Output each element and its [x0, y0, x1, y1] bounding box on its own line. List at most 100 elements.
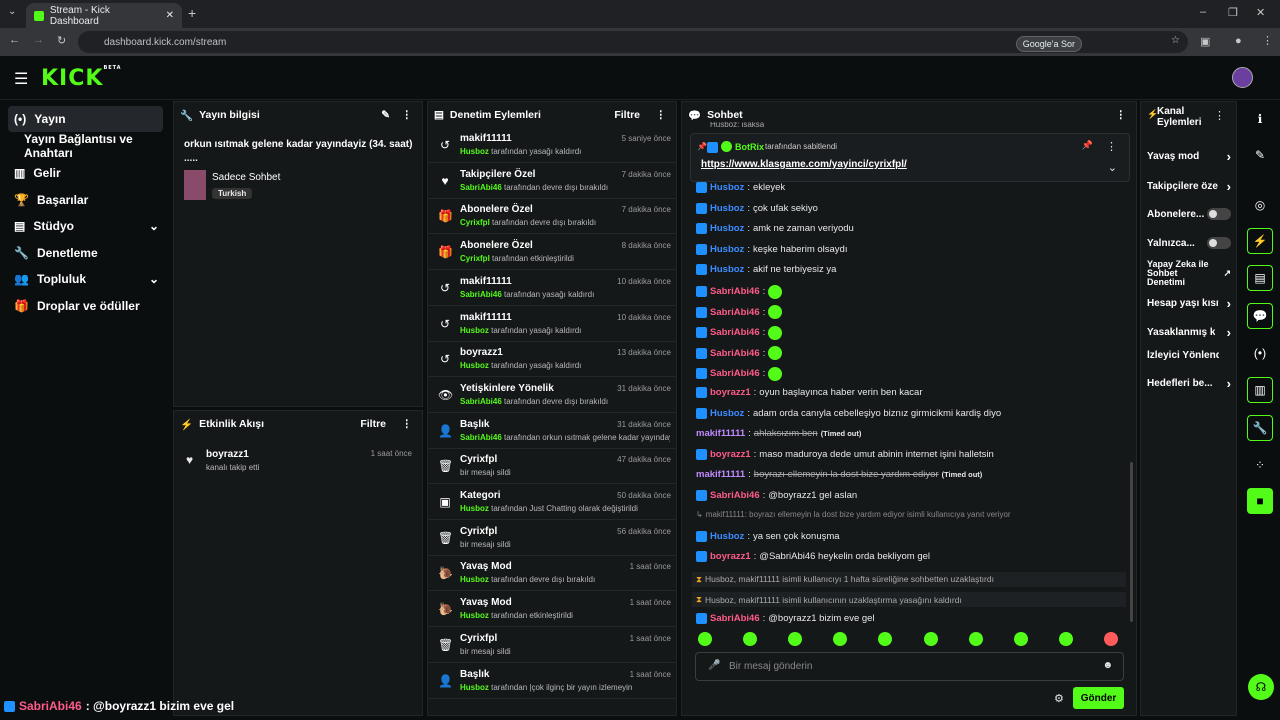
emoji-icon[interactable]: ☻: [1102, 660, 1113, 671]
mod-badge-icon: [696, 347, 707, 359]
chat-username[interactable]: SabriAbi46: [710, 490, 760, 501]
emote-icon[interactable]: [833, 632, 848, 646]
broadcast-icon[interactable]: (•): [1247, 340, 1273, 366]
channel-action-item[interactable]: Abonelere...: [1147, 208, 1231, 220]
info-icon[interactable]: ℹ: [1247, 106, 1273, 132]
support-button[interactable]: ☊: [1248, 674, 1274, 700]
target-icon[interactable]: ◎: [1247, 192, 1273, 218]
emote-icon[interactable]: [788, 632, 803, 646]
sidebar-item-basarilar[interactable]: 🏆 Başarılar: [8, 187, 163, 213]
emote-icon[interactable]: [923, 632, 938, 646]
channel-action-label: Yapay Zeka ile Sohbet Denetimi: [1147, 259, 1209, 287]
channel-action-item[interactable]: İzleyici Yönlendir: [1147, 350, 1231, 361]
channel-action-item[interactable]: Yalnızca...: [1147, 237, 1231, 249]
chat-username[interactable]: Husboz: [710, 203, 744, 214]
filter-button[interactable]: Filtre: [614, 109, 640, 121]
channel-action-item[interactable]: Hesap yaşı kısıt ›: [1147, 296, 1231, 311]
chat-username[interactable]: makif11111: [696, 428, 745, 439]
sidebar-item-droplar[interactable]: 🎁 Droplar ve ödüller: [8, 293, 163, 319]
kick-logo[interactable]: KICKBETA: [41, 65, 122, 91]
channel-action-item[interactable]: Hedefleri be... ›: [1147, 376, 1231, 391]
channel-action-item[interactable]: Takipçilere öze ›: [1147, 179, 1231, 194]
sidebar-item-stream-key[interactable]: Yayın Bağlantısı ve Anahtarı: [18, 132, 178, 160]
chat-username[interactable]: boyrazz1: [710, 551, 751, 562]
chat-username[interactable]: SabriAbi46: [710, 286, 760, 297]
sidebar-item-yayin[interactable]: (•) Yayın: [8, 106, 163, 132]
pinned-link[interactable]: https://www.klasgame.com/yayinci/cyrixfp…: [701, 159, 907, 170]
extensions-icon[interactable]: ▣: [1200, 35, 1210, 48]
chat-username[interactable]: Husboz: [710, 182, 744, 193]
menu-icon[interactable]: ⋮: [1262, 34, 1273, 47]
emote-icon[interactable]: [698, 632, 712, 646]
hamburger-menu-icon[interactable]: ☰: [14, 69, 28, 89]
reload-icon[interactable]: ↻: [57, 34, 66, 47]
filter-button[interactable]: Filtre: [360, 418, 386, 430]
tab-list-icon[interactable]: ⌄: [8, 6, 16, 17]
forward-icon[interactable]: →: [33, 34, 44, 46]
sidebar-item-denetleme[interactable]: 🔧 Denetleme: [8, 240, 163, 266]
new-tab-icon[interactable]: +: [188, 5, 196, 21]
chat-username[interactable]: SabriAbi46: [710, 348, 760, 359]
app-icon[interactable]: ■: [1247, 488, 1273, 514]
close-tab-icon[interactable]: ✕: [166, 10, 174, 21]
chat-username[interactable]: boyrazz1: [710, 387, 751, 398]
chat-scrollbar[interactable]: [1130, 462, 1133, 622]
sidebar-item-topluluk[interactable]: 👥 Topluluk ⌄: [8, 266, 163, 292]
user-avatar[interactable]: [1232, 67, 1253, 88]
sidebar-item-gelir[interactable]: ▥ Gelir: [8, 160, 163, 186]
restore-icon[interactable]: ❐: [1228, 6, 1238, 19]
dots-icon[interactable]: ⁘: [1247, 452, 1273, 478]
document-icon[interactable]: ▤: [1247, 265, 1273, 291]
back-icon[interactable]: ←: [9, 34, 20, 46]
chat-username[interactable]: Husboz: [710, 408, 744, 419]
toggle-switch[interactable]: [1207, 237, 1231, 249]
edit-icon[interactable]: ✎: [1247, 142, 1273, 168]
chat-username[interactable]: SabriAbi46: [710, 613, 760, 624]
chevron-down-icon[interactable]: ⌄: [1108, 161, 1117, 174]
chat-username[interactable]: Husboz: [710, 244, 744, 255]
more-icon[interactable]: ⋮: [1116, 109, 1127, 121]
send-button[interactable]: Gönder: [1073, 687, 1124, 709]
channel-action-item[interactable]: Yavaş mod ›: [1147, 149, 1231, 164]
emote-icon[interactable]: [878, 632, 893, 646]
bolt-icon[interactable]: ⚡: [1247, 228, 1273, 254]
chat-username[interactable]: SabriAbi46: [710, 327, 760, 338]
more-icon[interactable]: ⋮: [1106, 140, 1117, 153]
chat-icon[interactable]: 💬: [1247, 303, 1273, 329]
unpin-icon[interactable]: 📌: [1082, 140, 1093, 151]
more-icon[interactable]: ⋮: [402, 418, 413, 430]
more-icon[interactable]: ⋮: [656, 109, 667, 121]
emote-icon[interactable]: [1058, 632, 1073, 646]
chat-username[interactable]: boyrazz1: [710, 449, 751, 460]
chat-username[interactable]: Husboz: [710, 531, 744, 542]
chat-username[interactable]: SabriAbi46: [710, 368, 760, 379]
emote-icon[interactable]: [968, 632, 983, 646]
toggle-switch[interactable]: [1207, 208, 1231, 220]
emote-icon[interactable]: [743, 632, 758, 646]
emote-icon[interactable]: [1103, 632, 1118, 646]
bookmark-star-icon[interactable]: ☆: [1171, 35, 1180, 46]
emote-icon[interactable]: [1013, 632, 1028, 646]
chat-input[interactable]: 🎤 Bir mesaj gönderin ☻: [695, 652, 1124, 681]
channel-action-item[interactable]: Yasaklanmış k ›: [1147, 325, 1231, 340]
settings-gear-icon[interactable]: ⚙: [1054, 692, 1064, 705]
more-icon[interactable]: ⋮: [402, 109, 413, 121]
chat-username[interactable]: SabriAbi46: [710, 307, 760, 318]
profile-icon[interactable]: ●: [1235, 35, 1242, 47]
edit-icon[interactable]: ✎: [381, 109, 390, 121]
google-ask-button[interactable]: Google'a Sor: [1015, 36, 1082, 52]
browser-tab[interactable]: Stream - Kick Dashboard ✕: [26, 3, 182, 28]
mic-icon[interactable]: 🎤: [708, 660, 720, 671]
chat-username[interactable]: Husboz: [710, 264, 744, 275]
mod-action-time: 13 dakika önce: [617, 348, 671, 358]
more-icon[interactable]: ⋮: [1214, 109, 1225, 122]
wrench-icon[interactable]: 🔧: [1247, 415, 1273, 441]
url-input[interactable]: dashboard.kick.com/stream Google'a Sor ☆: [78, 31, 1188, 53]
layout-icon[interactable]: ▥: [1247, 377, 1273, 403]
channel-action-item[interactable]: Yapay Zeka ile Sohbet Denetimi ↗: [1147, 260, 1231, 287]
sidebar-item-studyo[interactable]: ▤ Stüdyo ⌄: [8, 213, 163, 239]
chat-username[interactable]: Husboz: [710, 223, 744, 234]
chat-username[interactable]: makif11111: [696, 469, 745, 480]
minimize-icon[interactable]: –: [1200, 6, 1206, 18]
close-window-icon[interactable]: ✕: [1256, 6, 1265, 19]
